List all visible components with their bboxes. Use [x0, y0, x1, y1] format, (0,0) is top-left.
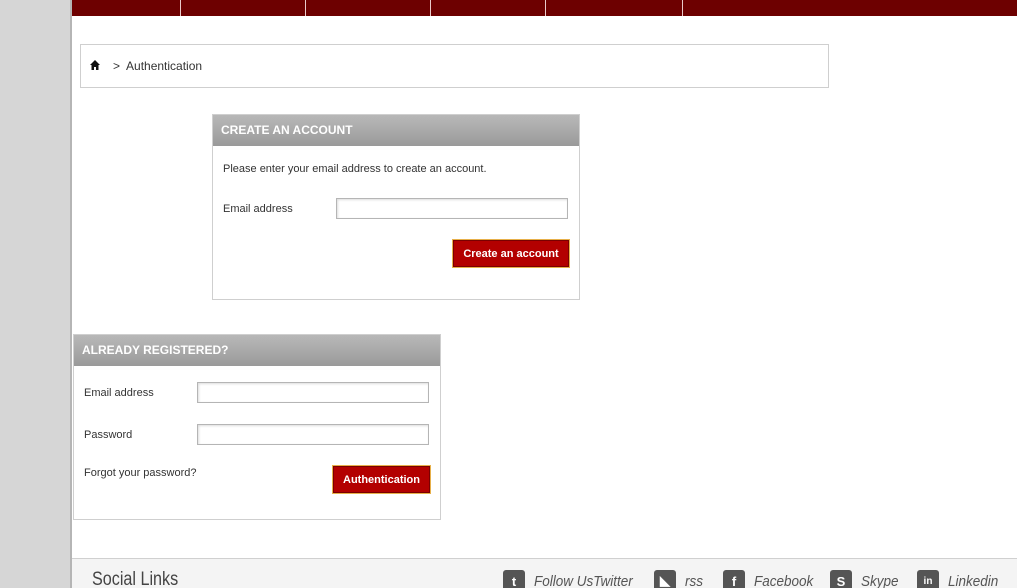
social-link-facebook[interactable]: f Facebook [723, 570, 820, 588]
social-label: Follow UsTwitter [534, 572, 633, 588]
footer: Social Links t Follow UsTwitter ◣ rss f … [72, 558, 1017, 588]
create-account-button[interactable]: Create an account [452, 239, 570, 268]
authentication-button[interactable]: Authentication [332, 465, 431, 494]
top-navigation [72, 0, 1017, 16]
nav-item[interactable] [306, 0, 431, 16]
facebook-icon: f [723, 570, 745, 588]
login-title: ALREADY REGISTERED? [74, 335, 440, 366]
social-label: rss [685, 572, 703, 588]
password-input[interactable] [197, 424, 429, 445]
nav-item[interactable] [431, 0, 546, 16]
skype-icon: S [830, 570, 852, 588]
social-label: Facebook [754, 572, 814, 588]
create-email-label: Email address [223, 203, 293, 215]
linkedin-icon: in [917, 570, 939, 588]
login-panel: ALREADY REGISTERED? Email address Passwo… [73, 334, 441, 520]
twitter-icon: t [503, 570, 525, 588]
home-icon[interactable] [89, 59, 101, 71]
create-account-title: CREATE AN ACCOUNT [213, 115, 579, 146]
create-account-instruction: Please enter your email address to creat… [223, 163, 487, 175]
login-email-label: Email address [84, 387, 154, 399]
social-label: Linkedin [948, 572, 999, 588]
breadcrumb-separator: > [113, 59, 121, 73]
create-email-input[interactable] [336, 198, 568, 219]
social-label: Skype [861, 572, 899, 588]
login-email-input[interactable] [197, 382, 429, 403]
password-label: Password [84, 429, 133, 441]
social-link-rss[interactable]: ◣ rss [654, 570, 705, 588]
breadcrumb-current: Authentication [126, 59, 203, 73]
nav-item[interactable] [181, 0, 306, 16]
forgot-password-link[interactable]: Forgot your password? [84, 467, 197, 479]
social-link-skype[interactable]: S Skype [830, 570, 903, 588]
social-link-twitter[interactable]: t Follow UsTwitter [503, 570, 644, 588]
rss-icon: ◣ [654, 570, 676, 588]
footer-title: Social Links [92, 569, 179, 588]
breadcrumb: > Authentication [80, 44, 829, 88]
nav-item[interactable] [72, 0, 181, 16]
create-account-panel: CREATE AN ACCOUNT Please enter your emai… [212, 114, 580, 300]
nav-item[interactable] [546, 0, 683, 16]
social-link-linkedin[interactable]: in Linkedin [917, 570, 1004, 588]
nav-item[interactable] [683, 0, 1017, 16]
